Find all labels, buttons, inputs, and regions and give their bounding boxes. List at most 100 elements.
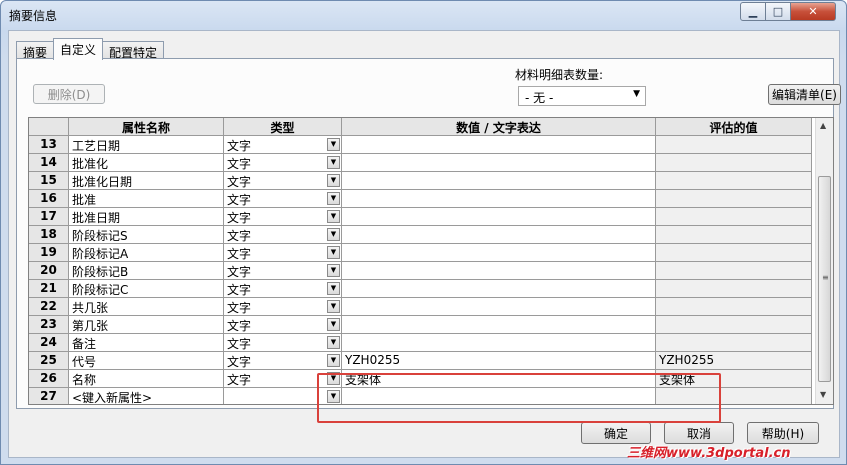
type-cell[interactable]: 文字 ▼ (224, 172, 342, 190)
table-row[interactable]: 13 工艺日期 文字 ▼ (29, 136, 812, 154)
row-number[interactable]: 25 (29, 352, 69, 370)
property-name-cell[interactable]: 阶段标记A (69, 244, 224, 262)
maximize-button[interactable]: □ (765, 2, 791, 21)
property-name-cell[interactable]: 第几张 (69, 316, 224, 334)
row-number[interactable]: 21 (29, 280, 69, 298)
table-row[interactable]: 19 阶段标记A 文字 ▼ (29, 244, 812, 262)
column-header-value[interactable]: 数值 / 文字表达 (342, 118, 656, 136)
row-number[interactable]: 15 (29, 172, 69, 190)
value-cell[interactable] (342, 334, 656, 352)
dropdown-arrow-icon[interactable]: ▼ (327, 372, 340, 385)
help-button[interactable]: 帮助(H) (747, 422, 819, 444)
tab-custom[interactable]: 自定义 (53, 38, 104, 60)
value-cell[interactable] (342, 388, 656, 404)
type-cell[interactable]: 文字 ▼ (224, 226, 342, 244)
value-cell[interactable]: 支架体 (342, 370, 656, 388)
vertical-scrollbar[interactable]: ▲ ≡ ▼ (815, 118, 833, 404)
property-name-cell[interactable]: 备注 (69, 334, 224, 352)
dropdown-arrow-icon[interactable]: ▼ (327, 354, 340, 367)
type-cell[interactable]: 文字 ▼ (224, 280, 342, 298)
value-cell[interactable] (342, 136, 656, 154)
row-number[interactable]: 26 (29, 370, 69, 388)
property-name-cell[interactable]: 代号 (69, 352, 224, 370)
type-cell[interactable]: 文字 ▼ (224, 190, 342, 208)
value-cell[interactable] (342, 154, 656, 172)
table-row[interactable]: 18 阶段标记S 文字 ▼ (29, 226, 812, 244)
value-cell[interactable] (342, 208, 656, 226)
column-header-type[interactable]: 类型 (224, 118, 342, 136)
dropdown-arrow-icon[interactable]: ▼ (327, 282, 340, 295)
type-cell[interactable]: 文字 ▼ (224, 298, 342, 316)
row-number[interactable]: 22 (29, 298, 69, 316)
row-number[interactable]: 20 (29, 262, 69, 280)
dropdown-arrow-icon[interactable]: ▼ (327, 336, 340, 349)
type-cell[interactable]: 文字 ▼ (224, 370, 342, 388)
value-cell[interactable] (342, 280, 656, 298)
value-cell[interactable] (342, 262, 656, 280)
row-number[interactable]: 14 (29, 154, 69, 172)
row-number[interactable]: 19 (29, 244, 69, 262)
type-cell[interactable]: 文字 ▼ (224, 316, 342, 334)
property-name-cell[interactable]: 批准化日期 (69, 172, 224, 190)
column-header-evaluated-value[interactable]: 评估的值 (656, 118, 812, 136)
bom-quantity-select[interactable]: - 无 - ▼ (518, 86, 646, 106)
scroll-thumb[interactable]: ≡ (818, 176, 831, 382)
edit-list-button[interactable]: 编辑清单(E) (768, 84, 841, 105)
property-name-cell[interactable]: 批准化 (69, 154, 224, 172)
ok-button[interactable]: 确定 (581, 422, 651, 444)
property-name-cell[interactable]: 批准日期 (69, 208, 224, 226)
dropdown-arrow-icon[interactable]: ▼ (327, 138, 340, 151)
close-button[interactable]: ✕ (790, 2, 836, 21)
row-number[interactable]: 23 (29, 316, 69, 334)
table-row[interactable]: 16 批准 文字 ▼ (29, 190, 812, 208)
dropdown-arrow-icon[interactable]: ▼ (327, 228, 340, 241)
dropdown-arrow-icon[interactable]: ▼ (327, 156, 340, 169)
scroll-down-icon[interactable]: ▼ (820, 390, 826, 399)
type-cell[interactable]: 文字 ▼ (224, 154, 342, 172)
row-number[interactable]: 16 (29, 190, 69, 208)
type-cell[interactable]: 文字 ▼ (224, 262, 342, 280)
type-cell[interactable]: 文字 ▼ (224, 136, 342, 154)
table-row[interactable]: 14 批准化 文字 ▼ (29, 154, 812, 172)
dropdown-arrow-icon[interactable]: ▼ (327, 192, 340, 205)
dropdown-arrow-icon[interactable]: ▼ (327, 264, 340, 277)
property-name-cell[interactable]: 工艺日期 (69, 136, 224, 154)
property-name-cell[interactable]: 批准 (69, 190, 224, 208)
table-row[interactable]: 25 代号 文字 ▼ YZH0255 YZH0255 (29, 352, 812, 370)
value-cell[interactable] (342, 190, 656, 208)
type-cell[interactable]: 文字 ▼ (224, 208, 342, 226)
minimize-button[interactable]: ▁ (740, 2, 766, 21)
type-cell[interactable]: 文字 ▼ (224, 334, 342, 352)
value-cell[interactable] (342, 244, 656, 262)
dropdown-arrow-icon[interactable]: ▼ (327, 318, 340, 331)
table-row[interactable]: 20 阶段标记B 文字 ▼ (29, 262, 812, 280)
property-name-cell[interactable]: 名称 (69, 370, 224, 388)
table-row[interactable]: 24 备注 文字 ▼ (29, 334, 812, 352)
delete-button[interactable]: 删除(D) (33, 84, 105, 104)
column-header-property-name[interactable]: 属性名称 (69, 118, 224, 136)
dropdown-arrow-icon[interactable]: ▼ (327, 174, 340, 187)
table-row[interactable]: 26 名称 文字 ▼ 支架体 支架体 (29, 370, 812, 388)
dropdown-arrow-icon[interactable]: ▼ (327, 246, 340, 259)
dropdown-arrow-icon[interactable]: ▼ (327, 390, 340, 403)
table-row[interactable]: 15 批准化日期 文字 ▼ (29, 172, 812, 190)
row-number[interactable]: 24 (29, 334, 69, 352)
property-name-cell[interactable]: 阶段标记S (69, 226, 224, 244)
table-row[interactable]: 21 阶段标记C 文字 ▼ (29, 280, 812, 298)
dropdown-arrow-icon[interactable]: ▼ (327, 210, 340, 223)
row-number[interactable]: 17 (29, 208, 69, 226)
type-cell[interactable]: 文字 ▼ (224, 244, 342, 262)
row-number[interactable]: 27 (29, 388, 69, 404)
property-name-cell[interactable]: <键入新属性> (69, 388, 224, 404)
table-row[interactable]: 17 批准日期 文字 ▼ (29, 208, 812, 226)
property-name-cell[interactable]: 阶段标记C (69, 280, 224, 298)
cancel-button[interactable]: 取消 (664, 422, 734, 444)
value-cell[interactable]: YZH0255 (342, 352, 656, 370)
type-cell[interactable]: 文字 ▼ (224, 352, 342, 370)
property-name-cell[interactable]: 共几张 (69, 298, 224, 316)
value-cell[interactable] (342, 172, 656, 190)
table-row[interactable]: 23 第几张 文字 ▼ (29, 316, 812, 334)
value-cell[interactable] (342, 298, 656, 316)
property-name-cell[interactable]: 阶段标记B (69, 262, 224, 280)
table-row[interactable]: 22 共几张 文字 ▼ (29, 298, 812, 316)
